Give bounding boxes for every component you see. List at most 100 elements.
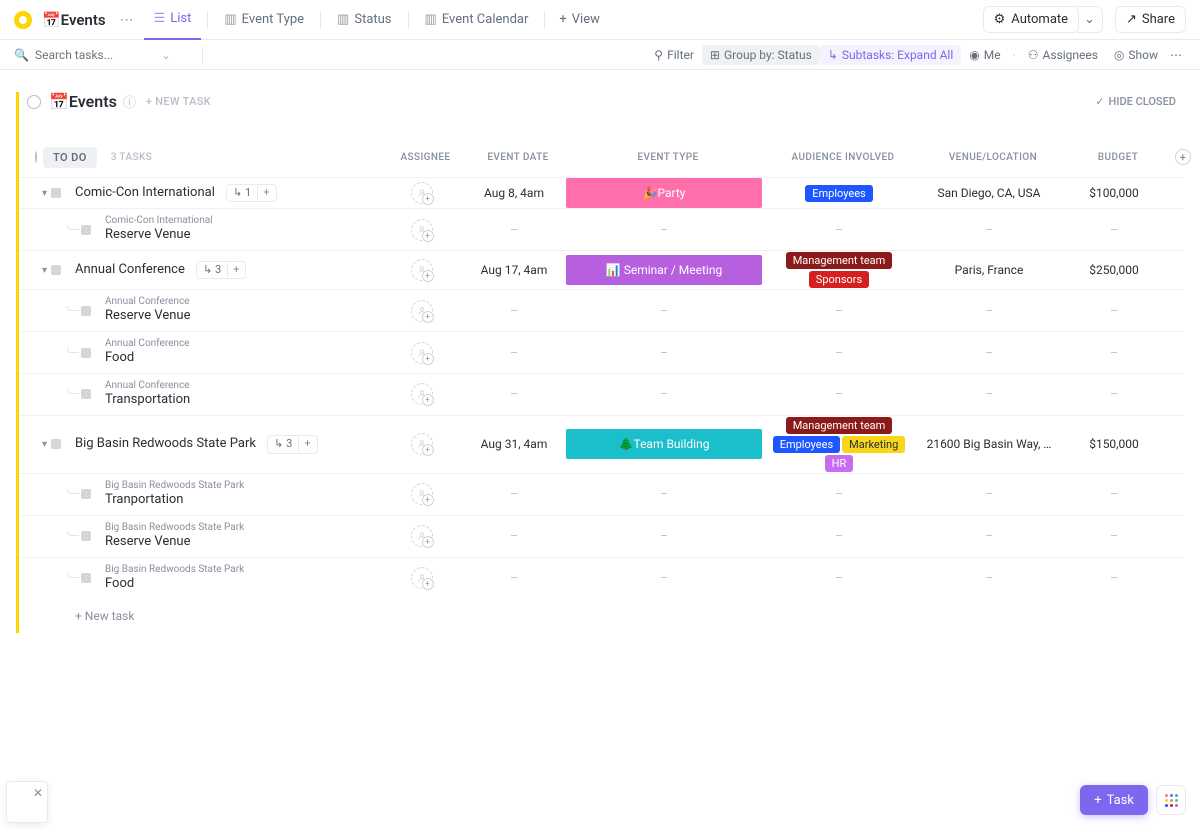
search-dropdown[interactable]: ⌄ bbox=[161, 48, 171, 62]
view-tab-event-type[interactable]: ▥ Event Type bbox=[214, 0, 314, 40]
assignee-cell[interactable] bbox=[379, 178, 464, 208]
assignee-avatar[interactable] bbox=[411, 182, 433, 204]
cell[interactable]: – bbox=[1064, 558, 1164, 599]
subtask-row[interactable]: Annual Conference Reserve Venue – – – – … bbox=[19, 289, 1184, 331]
cell[interactable]: – bbox=[914, 209, 1064, 250]
cell[interactable]: – bbox=[464, 516, 564, 557]
status-box[interactable] bbox=[51, 265, 61, 275]
view-tab-status[interactable]: ▥ Status bbox=[327, 0, 401, 40]
cell[interactable]: – bbox=[764, 516, 914, 557]
subtask-name[interactable]: Transportation bbox=[105, 392, 379, 409]
col-venue[interactable]: VENUE/LOCATION bbox=[918, 152, 1068, 163]
assignee-avatar[interactable] bbox=[411, 259, 433, 281]
cell[interactable]: – bbox=[1064, 516, 1164, 557]
cell[interactable]: – bbox=[464, 209, 564, 250]
assignee-cell[interactable] bbox=[379, 416, 464, 473]
workspace-icon[interactable] bbox=[14, 11, 32, 29]
hide-closed-button[interactable]: ✓ HIDE CLOSED bbox=[1095, 95, 1176, 108]
col-budget[interactable]: BUDGET bbox=[1068, 152, 1168, 163]
audience-tag[interactable]: Employees bbox=[805, 185, 872, 202]
assignee-cell[interactable] bbox=[379, 516, 464, 557]
cell[interactable]: – bbox=[764, 290, 914, 331]
cell[interactable]: – bbox=[764, 474, 914, 515]
task-row[interactable]: ▾ Comic-Con International ↳ 1+ Aug 8, 4a… bbox=[19, 177, 1184, 208]
subtask-row[interactable]: Big Basin Redwoods State Park Food – – –… bbox=[19, 557, 1184, 599]
cell[interactable]: – bbox=[914, 290, 1064, 331]
task-name[interactable]: Annual Conference ↳ 3+ bbox=[75, 261, 379, 279]
venue-cell[interactable]: 21600 Big Basin Way, … bbox=[914, 416, 1064, 473]
new-task-fab[interactable]: + Task bbox=[1080, 785, 1148, 815]
col-audience[interactable]: AUDIENCE INVOLVED bbox=[768, 152, 918, 163]
subtask-row[interactable]: Annual Conference Food – – – – – bbox=[19, 331, 1184, 373]
subtask-row[interactable]: Big Basin Redwoods State Park Tranportat… bbox=[19, 473, 1184, 515]
subtask-name[interactable]: Reserve Venue bbox=[105, 308, 379, 325]
assignee-avatar[interactable] bbox=[411, 300, 433, 322]
audience-tag[interactable]: Management team bbox=[786, 252, 893, 269]
cell[interactable]: – bbox=[914, 558, 1064, 599]
assignee-cell[interactable] bbox=[379, 251, 464, 289]
assignee-cell[interactable] bbox=[379, 332, 464, 373]
cell[interactable]: – bbox=[1064, 332, 1164, 373]
share-button[interactable]: ↗ Share bbox=[1115, 6, 1186, 33]
cell[interactable]: – bbox=[564, 474, 764, 515]
list-menu-icon[interactable]: ⋯ bbox=[114, 12, 140, 28]
subtask-add-icon[interactable]: + bbox=[298, 437, 310, 451]
assignee-cell[interactable] bbox=[379, 558, 464, 599]
assignee-avatar[interactable] bbox=[411, 483, 433, 505]
add-view-button[interactable]: + View bbox=[551, 12, 608, 27]
subtask-name[interactable]: Food bbox=[105, 576, 379, 593]
view-tab-calendar[interactable]: ▥ Event Calendar bbox=[415, 0, 539, 40]
cell[interactable]: – bbox=[914, 474, 1064, 515]
assignee-avatar[interactable] bbox=[411, 342, 433, 364]
status-box[interactable] bbox=[81, 531, 91, 541]
expand-caret-icon[interactable]: ▾ bbox=[42, 439, 47, 450]
status-box[interactable] bbox=[81, 389, 91, 399]
cell[interactable]: $150,000 bbox=[1064, 416, 1164, 473]
cell[interactable]: – bbox=[464, 332, 564, 373]
filter-button[interactable]: ⚲ Filter bbox=[646, 45, 702, 65]
subtask-name[interactable]: Reserve Venue bbox=[105, 227, 379, 244]
status-box[interactable] bbox=[81, 489, 91, 499]
cell[interactable]: Aug 31, 4am bbox=[464, 416, 564, 473]
cell[interactable]: – bbox=[464, 558, 564, 599]
status-box[interactable] bbox=[81, 306, 91, 316]
audience-tag[interactable]: Employees bbox=[773, 436, 840, 453]
assignee-cell[interactable] bbox=[379, 209, 464, 250]
info-icon[interactable]: ⓘ bbox=[123, 92, 136, 111]
assignee-cell[interactable] bbox=[379, 474, 464, 515]
subtasks-button[interactable]: ↳ Subtasks: Expand All bbox=[820, 45, 961, 65]
automate-dropdown[interactable]: ⌄ bbox=[1077, 6, 1103, 33]
view-tab-list[interactable]: ☰ List bbox=[144, 0, 202, 40]
task-name[interactable]: Big Basin Redwoods State Park ↳ 3+ bbox=[75, 435, 379, 453]
event-type-pill[interactable]: 📊 Seminar / Meeting bbox=[566, 255, 762, 285]
cell[interactable]: – bbox=[464, 374, 564, 415]
event-type-pill[interactable]: 🎉Party bbox=[566, 178, 762, 208]
assignee-avatar[interactable] bbox=[411, 525, 433, 547]
group-title[interactable]: 📅Events bbox=[49, 92, 117, 111]
search-input[interactable] bbox=[35, 48, 155, 62]
audience-tag[interactable]: HR bbox=[825, 455, 854, 472]
cell[interactable]: $250,000 bbox=[1064, 251, 1164, 289]
cell[interactable]: – bbox=[564, 290, 764, 331]
subtask-count-chip[interactable]: ↳ 3+ bbox=[196, 261, 246, 279]
new-task-row[interactable]: + New task bbox=[19, 599, 1184, 633]
venue-cell[interactable]: Paris, France bbox=[914, 251, 1064, 289]
cell[interactable]: – bbox=[564, 209, 764, 250]
subtask-add-icon[interactable]: + bbox=[227, 263, 239, 277]
list-title[interactable]: 📅Events bbox=[42, 11, 106, 29]
cell[interactable]: $100,000 bbox=[1064, 178, 1164, 208]
col-date[interactable]: EVENT DATE bbox=[468, 152, 568, 163]
col-assignee[interactable]: ASSIGNEE bbox=[383, 152, 468, 163]
subtask-row[interactable]: Annual Conference Transportation – – – –… bbox=[19, 373, 1184, 415]
more-icon[interactable]: ⋯ bbox=[1166, 48, 1186, 62]
cell[interactable]: – bbox=[914, 332, 1064, 373]
venue-cell[interactable]: San Diego, CA, USA bbox=[914, 178, 1064, 208]
apps-fab[interactable] bbox=[1156, 785, 1186, 815]
cell[interactable]: – bbox=[1064, 474, 1164, 515]
cell[interactable]: – bbox=[564, 332, 764, 373]
cell[interactable]: – bbox=[564, 558, 764, 599]
cell[interactable]: Aug 8, 4am bbox=[464, 178, 564, 208]
assignees-button[interactable]: ⚇ Assignees bbox=[1020, 45, 1106, 65]
assignee-avatar[interactable] bbox=[411, 433, 433, 455]
expand-caret-icon[interactable]: ▾ bbox=[42, 188, 47, 199]
